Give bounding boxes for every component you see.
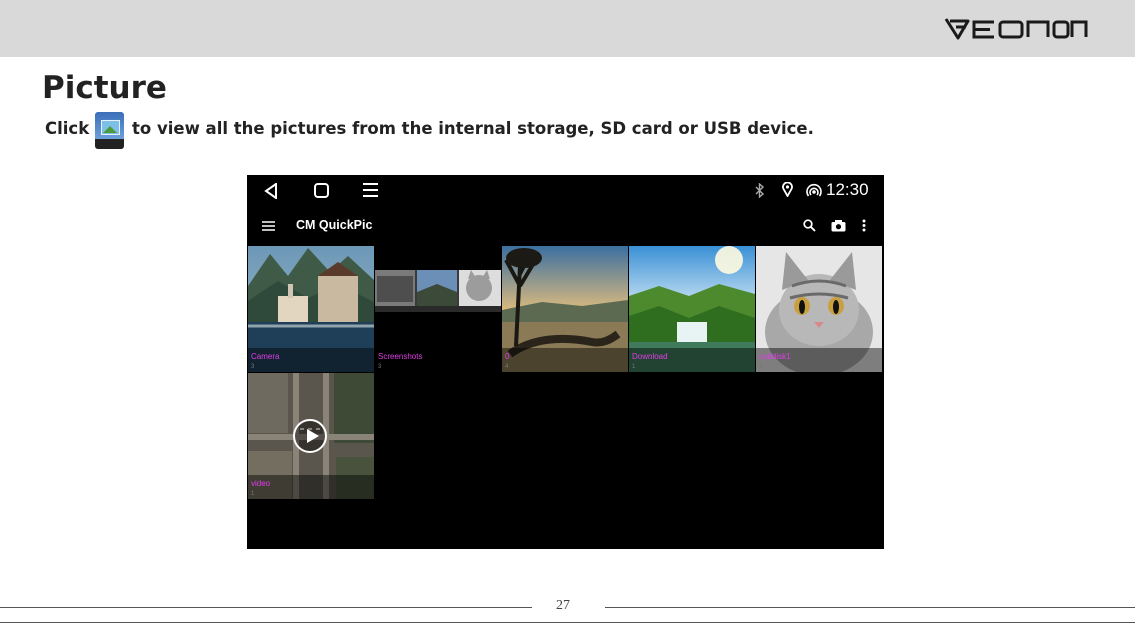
menu-icon[interactable] xyxy=(363,183,378,197)
folder-tile-screenshots[interactable]: Screenshots 3 xyxy=(375,246,501,372)
search-icon[interactable] xyxy=(803,219,816,232)
tile-label-band xyxy=(502,348,628,372)
folder-name: Camera xyxy=(251,352,280,361)
device-screenshot: 12:30 CM QuickPic Camera 3 Screenshots 3… xyxy=(247,175,884,549)
header-bar xyxy=(0,0,1135,57)
play-icon[interactable] xyxy=(293,419,327,453)
footer-rule-right xyxy=(605,607,1135,608)
more-vert-icon[interactable] xyxy=(862,219,866,232)
folder-name: Download xyxy=(632,352,668,361)
eonon-logo xyxy=(944,18,1088,40)
instruction-text: to view all the pictures from the intern… xyxy=(132,119,814,138)
hamburger-icon[interactable] xyxy=(262,221,275,231)
folder-tile-download[interactable]: Download 1 xyxy=(629,246,755,372)
folder-count: 4 xyxy=(505,364,509,370)
app-title: CM QuickPic xyxy=(296,218,373,232)
folder-tile-usbdisk1[interactable]: usbdisk1 4 xyxy=(756,246,882,372)
folder-tile-video[interactable]: video 1 xyxy=(248,373,374,499)
app-bar: CM QuickPic xyxy=(247,207,884,245)
location-icon xyxy=(782,182,793,197)
folder-count: 3 xyxy=(378,364,382,370)
folder-tile-camera[interactable]: Camera 3 xyxy=(248,246,374,372)
folder-count: 1 xyxy=(632,364,636,370)
camera-icon[interactable] xyxy=(831,219,846,232)
folder-count: 1 xyxy=(251,491,255,497)
status-clock: 12:30 xyxy=(826,180,869,199)
instruction-click-text: Click xyxy=(45,119,90,138)
folder-count: 4 xyxy=(759,364,763,370)
footer-rule-bottom xyxy=(0,622,1135,623)
folder-name: usbdisk1 xyxy=(759,352,791,361)
back-icon[interactable] xyxy=(264,183,278,199)
quickpic-app-icon xyxy=(95,112,124,149)
home-icon[interactable] xyxy=(314,183,329,198)
folder-name: Screenshots xyxy=(378,352,423,361)
bluetooth-icon xyxy=(755,183,764,198)
page-title: Picture xyxy=(42,70,167,106)
folder-name: video xyxy=(251,479,271,488)
page-number: 27 xyxy=(556,598,570,613)
folder-count: 3 xyxy=(251,364,255,370)
folder-tile-0[interactable]: 0 4 xyxy=(502,246,628,372)
hotspot-icon xyxy=(806,183,822,197)
footer-rule-left xyxy=(0,607,532,608)
folder-name: 0 xyxy=(505,352,510,361)
status-bar: 12:30 xyxy=(247,175,884,207)
